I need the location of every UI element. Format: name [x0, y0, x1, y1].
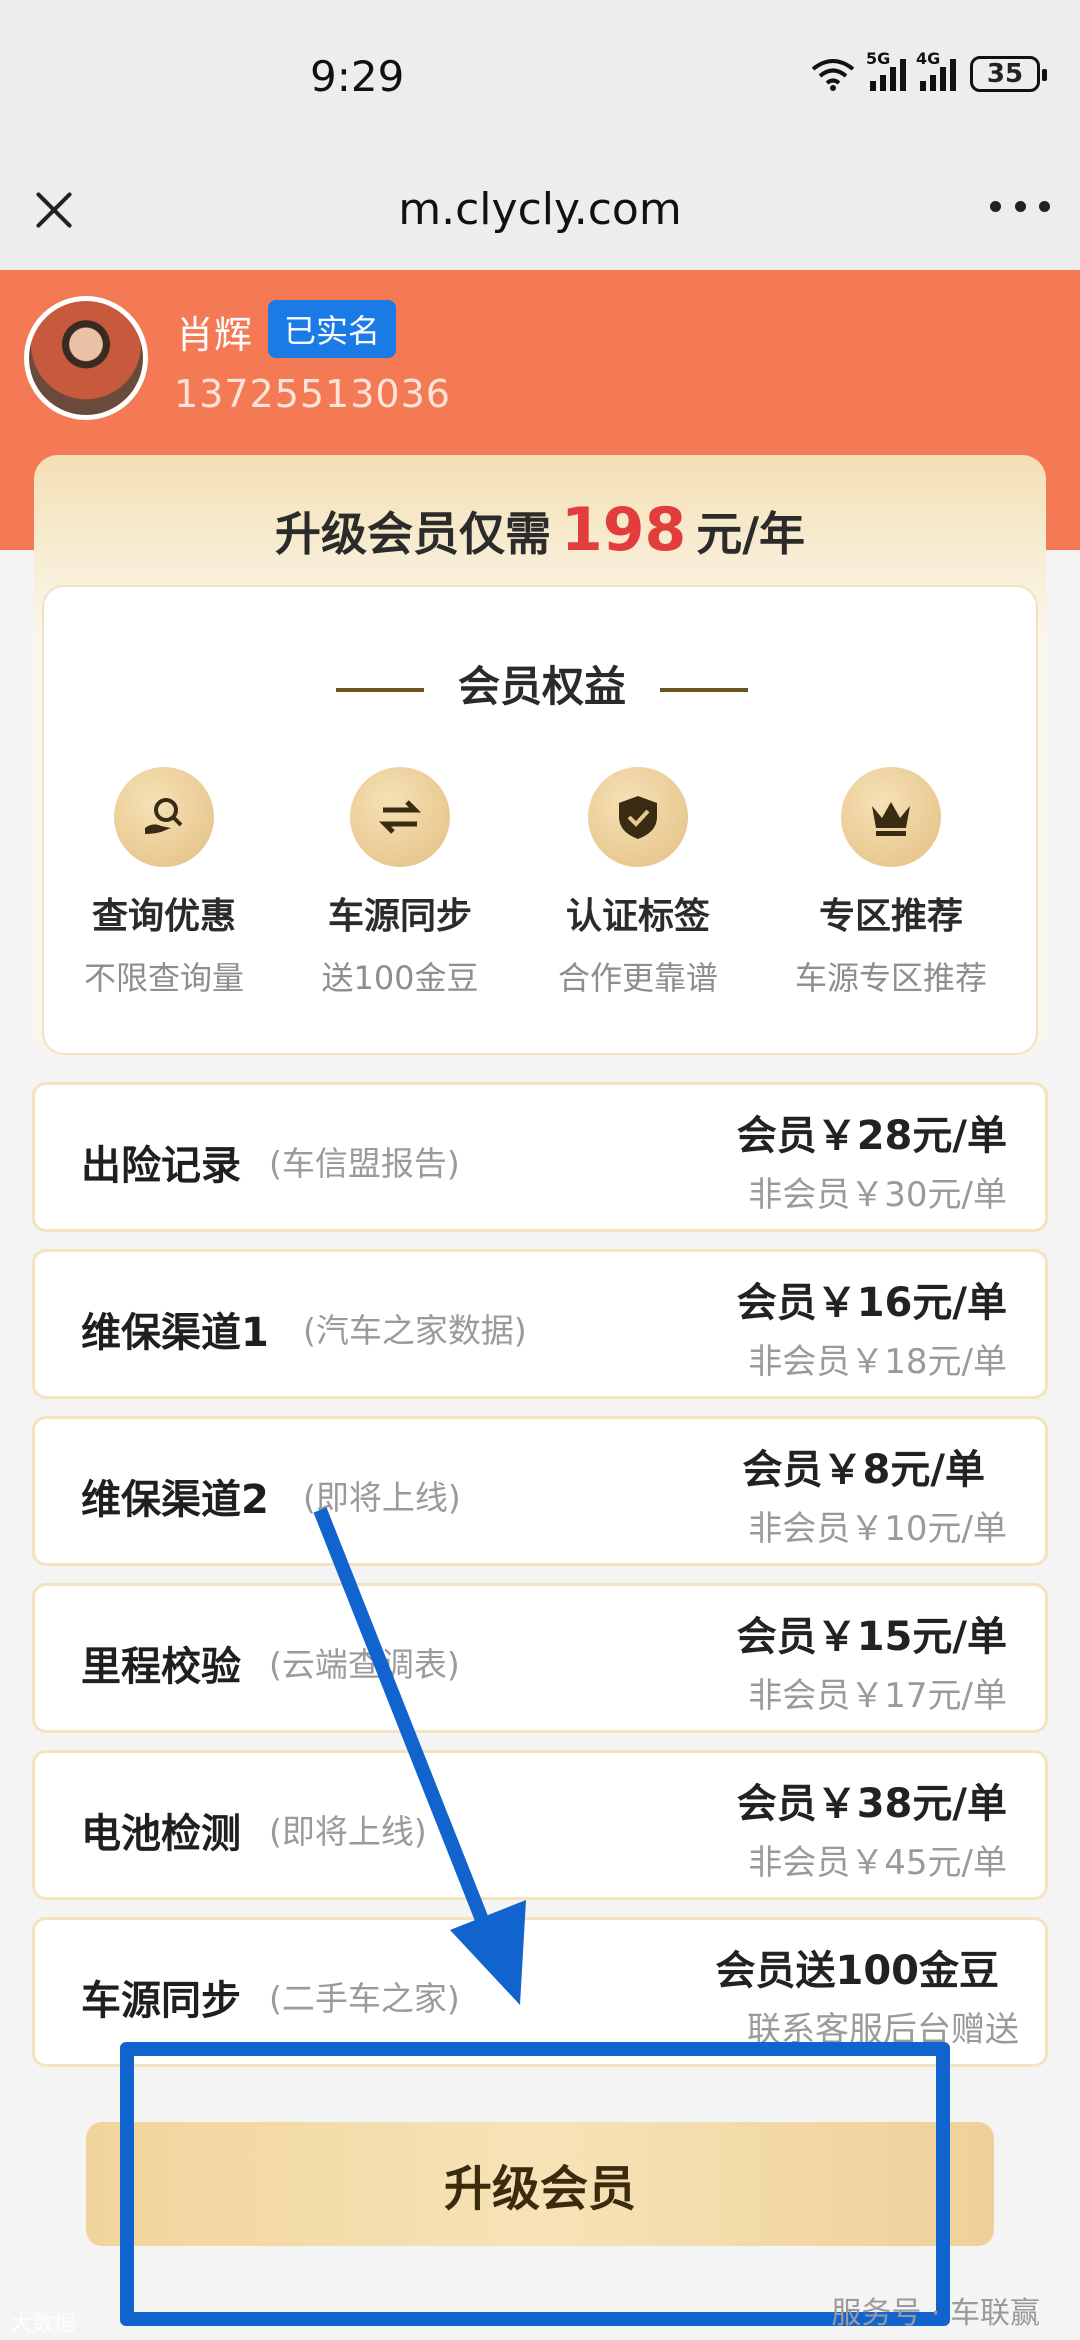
benefit-title: 查询优惠	[91, 896, 236, 937]
membership-card: 升级会员仅需 198 元/年 会员权益 查询优惠 不限查询量 车源同步 送100金豆…	[34, 455, 1046, 1055]
cellular-signal-icon: 4G	[916, 49, 956, 91]
service-note: (车信盟报告)	[269, 1144, 460, 1183]
user-name: 肖辉	[176, 313, 253, 357]
nonmember-price: 非会员￥30元/单	[748, 1175, 1007, 1215]
service-note: (云端查调表)	[269, 1645, 460, 1684]
service-note: (即将上线)	[303, 1478, 461, 1517]
verified-badge: 已实名	[268, 300, 397, 358]
user-phone: 13725513036	[174, 372, 451, 416]
benefit-title: 认证标签	[565, 896, 710, 937]
watermark-right: 服务号 · 车联赢	[831, 2296, 1040, 2331]
benefit-listing-sync[interactable]: 车源同步 送100金豆	[280, 767, 520, 999]
service-note: (二手车之家)	[269, 1979, 460, 2018]
benefit-zone-recommend[interactable]: 专区推荐 车源专区推荐	[756, 767, 1026, 999]
benefit-subtitle: 送100金豆	[321, 959, 479, 997]
nonmember-price: 非会员￥17元/单	[748, 1676, 1007, 1716]
more-options-icon[interactable]	[990, 196, 1050, 216]
benefits-panel: 会员权益 查询优惠 不限查询量 车源同步 送100金豆 认证标签 合作更靠谱 专…	[42, 585, 1038, 1055]
service-row-listing-sync[interactable]: 车源同步 (二手车之家) 会员送100金豆 联系客服后台赠送	[32, 1917, 1048, 2067]
nonmember-price: 非会员￥45元/单	[748, 1843, 1007, 1883]
search-hand-icon	[114, 767, 214, 867]
benefit-title: 车源同步	[327, 896, 472, 937]
service-row-claim-record[interactable]: 出险记录 (车信盟报告) 会员￥28元/单 非会员￥30元/单	[32, 1082, 1048, 1232]
service-row-maintenance-1[interactable]: 维保渠道1 (汽车之家数据) 会员￥16元/单 非会员￥18元/单	[32, 1249, 1048, 1399]
benefit-subtitle: 合作更靠谱	[557, 959, 718, 997]
service-note: (汽车之家数据)	[303, 1311, 527, 1350]
wifi-icon	[811, 59, 855, 91]
service-row-maintenance-2[interactable]: 维保渠道2 (即将上线) 会员￥8元/单 非会员￥10元/单	[32, 1416, 1048, 1566]
benefit-title: 专区推荐	[818, 896, 963, 937]
service-note: (即将上线)	[269, 1812, 427, 1851]
watermark-left: 大数据	[10, 2312, 77, 2337]
member-price: 会员￥8元/单	[742, 1447, 985, 1493]
member-price: 会员￥15元/单	[736, 1614, 1007, 1660]
benefit-certified-tag[interactable]: 认证标签 合作更靠谱	[518, 767, 758, 999]
member-price: 会员￥28元/单	[736, 1113, 1007, 1159]
service-name: 出险记录	[81, 1143, 241, 1189]
service-row-battery-check[interactable]: 电池检测 (即将上线) 会员￥38元/单 非会员￥45元/单	[32, 1750, 1048, 1900]
status-icons: 5G 4G 35	[810, 49, 1047, 92]
cellular-signal-icon: 5G	[866, 49, 906, 91]
service-row-mileage-check[interactable]: 里程校验 (云端查调表) 会员￥15元/单 非会员￥17元/单	[32, 1583, 1048, 1733]
member-price: 会员￥38元/单	[736, 1781, 1007, 1827]
avatar[interactable]	[24, 296, 148, 420]
sync-arrows-icon	[350, 767, 450, 867]
benefit-query-discount[interactable]: 查询优惠 不限查询量	[44, 767, 284, 999]
status-bar: 9:29 5G 4G 35	[0, 0, 1080, 160]
page-url: m.clycly.com	[398, 184, 682, 235]
benefit-subtitle: 不限查询量	[83, 959, 244, 997]
shield-check-icon	[588, 767, 688, 867]
price-prefix: 升级会员仅需	[274, 507, 551, 561]
benefits-title: 会员权益	[44, 653, 1040, 714]
crown-icon	[841, 767, 941, 867]
member-price: 会员￥16元/单	[736, 1280, 1007, 1326]
membership-price-line: 升级会员仅需 198 元/年	[34, 495, 1046, 565]
nonmember-price: 非会员￥18元/单	[748, 1342, 1007, 1382]
service-name: 维保渠道1	[81, 1310, 269, 1356]
benefit-subtitle: 车源专区推荐	[794, 959, 987, 997]
service-name: 维保渠道2	[81, 1477, 269, 1523]
member-price: 会员送100金豆	[715, 1948, 1000, 1994]
upgrade-membership-button[interactable]: 升级会员	[86, 2122, 994, 2246]
battery-icon: 35	[970, 56, 1047, 92]
service-name: 里程校验	[81, 1644, 241, 1690]
service-name: 车源同步	[81, 1978, 241, 2024]
price-amount: 198	[560, 495, 687, 565]
nonmember-price: 联系客服后台赠送	[747, 2010, 1019, 2050]
status-time: 9:29	[310, 52, 405, 101]
price-suffix: 元/年	[696, 507, 806, 561]
service-name: 电池检测	[81, 1811, 241, 1857]
nonmember-price: 非会员￥10元/单	[748, 1509, 1007, 1549]
browser-title-bar: m.clycly.com	[0, 160, 1080, 270]
